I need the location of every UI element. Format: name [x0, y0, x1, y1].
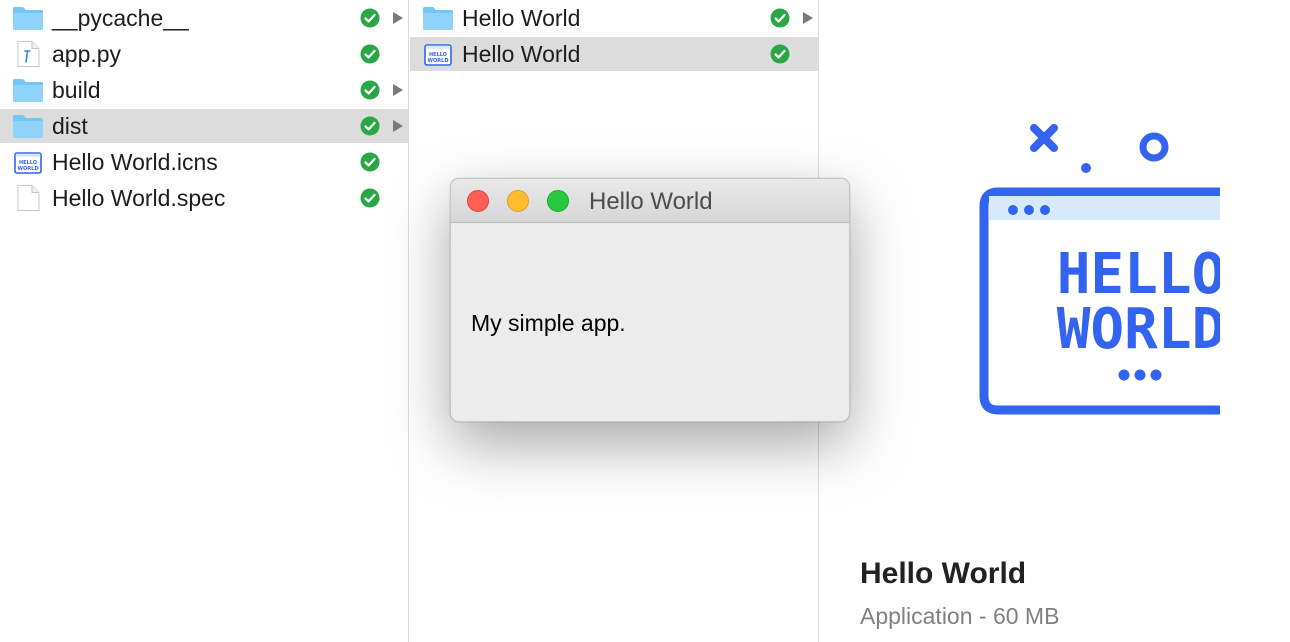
synced-check-icon [360, 80, 380, 100]
synced-check-icon [770, 44, 790, 64]
folder-icon [13, 79, 43, 102]
window-titlebar[interactable]: Hello World [451, 179, 849, 223]
file-label: __pycache__ [52, 5, 189, 31]
close-button[interactable] [467, 190, 489, 212]
art-text-world: WORLD [1057, 297, 1220, 362]
file-label: Hello World.spec [52, 185, 226, 211]
dot-decoration [1081, 163, 1091, 173]
disclosure-arrow-icon[interactable] [392, 119, 404, 133]
file-label: Hello World.icns [52, 149, 218, 175]
disclosure-arrow-icon[interactable] [392, 11, 404, 25]
disclosure-arrow-icon[interactable] [802, 11, 814, 25]
svg-text:WORLD: WORLD [428, 58, 449, 64]
synced-check-icon [360, 8, 380, 28]
window-title: Hello World [589, 188, 713, 215]
file-row-hello-world-folder[interactable]: Hello World [410, 1, 818, 35]
svg-text:WORLD: WORLD [18, 166, 39, 172]
preview-subtitle: Application - 60 MB [860, 603, 1060, 629]
folder-icon [423, 7, 453, 30]
file-label: app.py [52, 41, 122, 67]
window-body-text: My simple app. [471, 310, 626, 336]
icns-file-icon: HELLOWORLD [14, 152, 42, 174]
preview-pane: HELLO WORLD Hello World Application - 60… [820, 0, 1290, 642]
file-label: Hello World [462, 5, 581, 31]
disclosure-arrow-icon[interactable] [392, 83, 404, 97]
file-row-hello-world-spec[interactable]: Hello World.spec [0, 181, 408, 215]
file-row-app-py[interactable]: app.py [0, 37, 408, 71]
app-preview-icon: HELLO WORLD [979, 124, 1220, 415]
synced-check-icon [360, 44, 380, 64]
folder-icon [13, 7, 43, 30]
file-row-build[interactable]: build [0, 73, 408, 107]
app-window[interactable]: Hello World My simple app. [450, 178, 850, 422]
ring-decoration [1139, 132, 1169, 162]
sparkle-x-icon [1030, 124, 1058, 152]
minimize-button[interactable] [507, 190, 529, 212]
folder-icon [13, 115, 43, 138]
file-row-hello-world-app[interactable]: HELLO WORLD Hello World [410, 37, 818, 71]
file-row-pycache[interactable]: __pycache__ [0, 1, 408, 35]
python-file-icon [17, 41, 40, 67]
file-label: Hello World [462, 41, 581, 67]
file-label: dist [52, 113, 88, 139]
file-row-dist[interactable]: dist [0, 109, 408, 143]
zoom-button[interactable] [547, 190, 569, 212]
file-label: build [52, 77, 101, 103]
document-icon [17, 185, 40, 211]
synced-check-icon [770, 8, 790, 28]
synced-check-icon [360, 188, 380, 208]
app-icon: HELLOWORLD [424, 44, 452, 66]
file-row-hello-world-icns[interactable]: HELLO WORLD Hello World.icns [0, 145, 408, 179]
synced-check-icon [360, 116, 380, 136]
preview-title: Hello World [860, 557, 1027, 590]
synced-check-icon [360, 152, 380, 172]
finder-column-1: __pycache__ app.py build dist HELLO WORLD… [0, 0, 409, 642]
